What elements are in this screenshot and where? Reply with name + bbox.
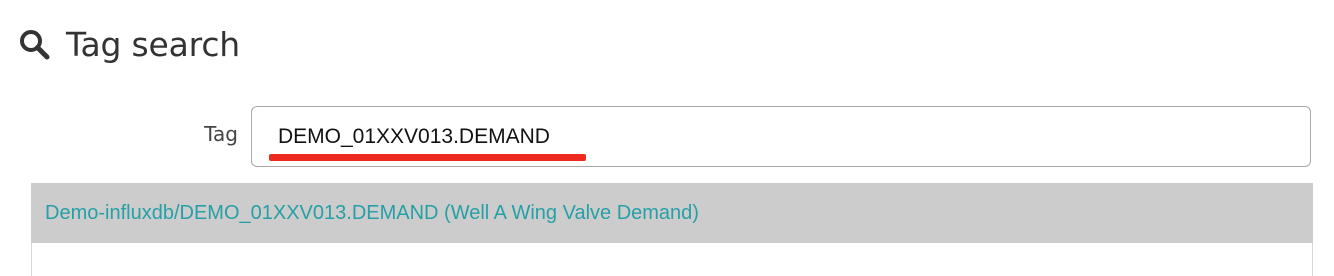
search-icon	[18, 28, 50, 60]
page-title: Tag search	[66, 24, 240, 64]
suggestion-item-label: Demo-influxdb/DEMO_01XXV013.DEMAND (Well…	[45, 201, 699, 224]
suggestion-item[interactable]: Demo-influxdb/DEMO_01XXV013.DEMAND (Well…	[31, 183, 1313, 243]
tag-field-label: Tag	[204, 122, 238, 146]
tag-search-page: Tag search Tag Demo-influxdb/DEMO_01XXV0…	[0, 0, 1334, 276]
page-header: Tag search	[18, 22, 240, 66]
suggestion-dropdown: Demo-influxdb/DEMO_01XXV013.DEMAND (Well…	[31, 183, 1313, 276]
highlight-underline	[269, 154, 586, 161]
